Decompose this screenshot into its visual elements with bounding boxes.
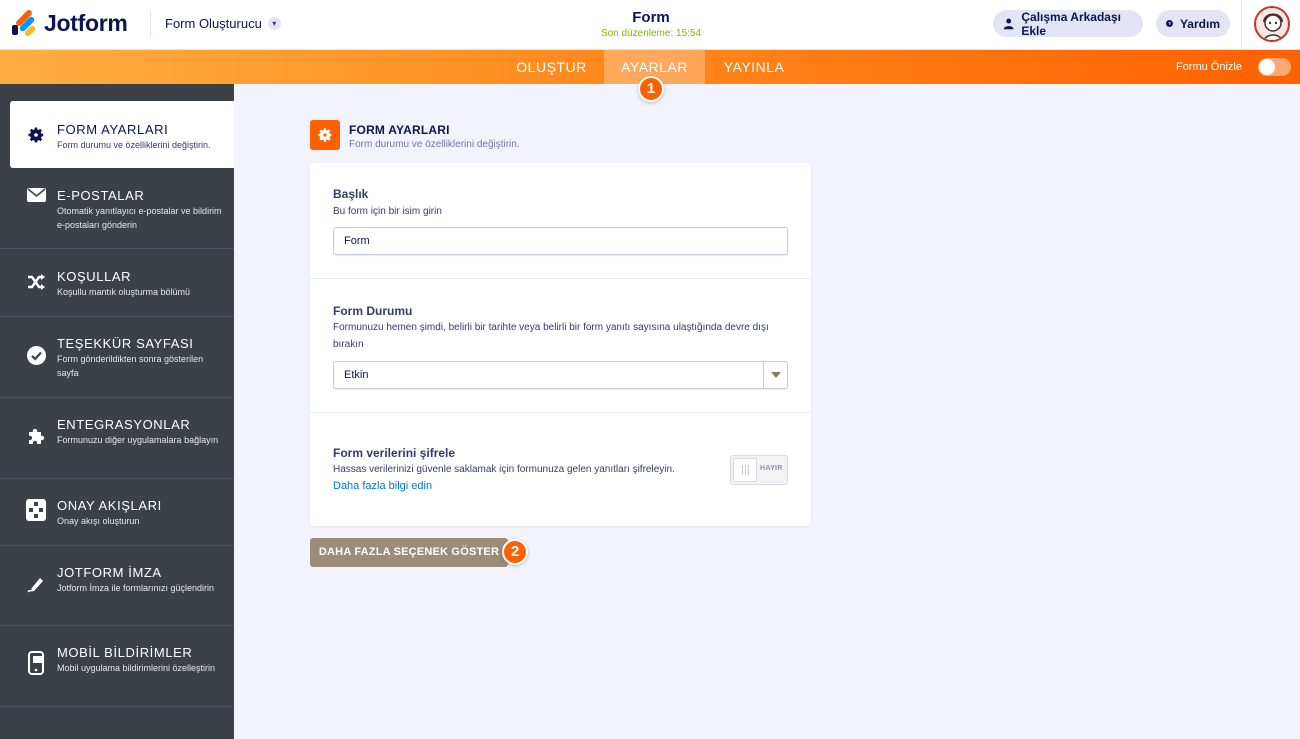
sidebar-item-desc: Form durumu ve özelliklerini değiştirin.: [57, 140, 211, 150]
sidebar-item-title: FORM AYARLARI: [57, 122, 169, 137]
toggle-state-label: HAYIR: [760, 465, 783, 472]
encrypt-label: Form verilerini şifrele: [333, 446, 456, 460]
pen-icon: [26, 574, 46, 594]
section-title: FORM AYARLARI: [349, 123, 450, 137]
builder-label: Form Oluşturucu: [165, 16, 262, 31]
sidebar-item-title: ONAY AKIŞLARI: [57, 498, 162, 513]
step-marker-2: 2: [502, 539, 528, 565]
sidebar-item-title: KOŞULLAR: [57, 269, 132, 284]
encrypt-toggle[interactable]: HAYIR: [730, 455, 788, 485]
form-title[interactable]: Form: [550, 9, 752, 26]
sidebar-item-emails[interactable]: E-POSTALAR Otomatik yanıtlayıcı e-postal…: [0, 168, 234, 249]
divider: [1241, 0, 1242, 50]
encrypt-hint: Hassas verilerinizi güvenle saklamak içi…: [333, 464, 675, 475]
sidebar-item-desc: Formunuzu diğer uygulamalara bağlayın: [57, 435, 219, 445]
section-description: Form durumu ve özelliklerini değiştirin.: [349, 139, 520, 150]
title-hint: Bu form için bir isim girin: [333, 206, 442, 217]
envelope-icon: [26, 185, 46, 205]
title-label: Başlık: [333, 187, 369, 201]
sidebar-item-desc: Mobil uygulama bildirimlerini özelleştir…: [57, 663, 216, 673]
check-circle-icon: [26, 345, 46, 365]
svg-text:?: ?: [1168, 21, 1171, 27]
sidebar-item-desc: Onay akışı oluşturun: [57, 516, 140, 526]
sidebar-item-jotform-sign[interactable]: JOTFORM İMZA Jotform İmza ile formlarını…: [0, 546, 234, 626]
chevron-down-icon: [763, 362, 787, 388]
gear-icon: [310, 120, 340, 150]
puzzle-icon: [26, 426, 46, 446]
sidebar-item-desc: Jotform İmza ile formlarınızı güçlendiri…: [57, 583, 215, 593]
settings-card: Başlık Bu form için bir isim girin Form …: [310, 163, 811, 526]
sidebar-item-approval-flows[interactable]: ONAY AKIŞLARI Onay akışı oluşturun: [0, 479, 234, 546]
form-title-input[interactable]: Form: [333, 227, 788, 255]
help-button[interactable]: ? Yardım: [1156, 10, 1230, 37]
toggle-knob: [733, 458, 757, 482]
user-icon: [1003, 18, 1014, 30]
sidebar-item-conditions[interactable]: KOŞULLAR Koşullu mantık oluşturma bölümü: [0, 249, 234, 317]
jotform-logo[interactable]: Jotform: [12, 8, 128, 37]
learn-more-link[interactable]: Daha fazla bilgi edin: [333, 480, 432, 492]
gear-icon: [26, 125, 46, 145]
divider: [150, 11, 151, 37]
builder-dropdown[interactable]: Form Oluşturucu ▾: [165, 16, 281, 31]
sidebar-item-desc: Form gönderildikten sonra gösterilen say…: [57, 354, 204, 378]
flow-icon: [26, 499, 46, 521]
tab-publish[interactable]: YAYINLA: [705, 50, 803, 84]
tab-create[interactable]: OLUŞTUR: [501, 50, 602, 84]
avatar[interactable]: [1254, 6, 1290, 42]
mobile-icon: [26, 651, 46, 675]
sidebar-item-title: E-POSTALAR: [57, 188, 145, 203]
chevron-down-icon: ▾: [267, 17, 281, 30]
sidebar-item-title: MOBİL BİLDİRİMLER: [57, 645, 193, 660]
status-label: Form Durumu: [333, 304, 413, 318]
show-more-options-button[interactable]: DAHA FAZLA SEÇENEK GÖSTER: [310, 538, 508, 567]
sidebar-item-title: ENTEGRASYONLAR: [57, 417, 191, 432]
jotform-logo-icon: [12, 8, 37, 37]
settings-sidebar: FORM AYARLARI Form durumu ve özellikleri…: [0, 84, 234, 739]
sidebar-item-mobile-notifications[interactable]: MOBİL BİLDİRİMLER Mobil uygulama bildiri…: [0, 626, 234, 707]
avatar-illustration: [1262, 13, 1284, 40]
sidebar-item-form-settings[interactable]: FORM AYARLARI Form durumu ve özellikleri…: [10, 101, 234, 168]
sidebar-item-integrations[interactable]: ENTEGRASYONLAR Formunuzu diğer uygulamal…: [0, 398, 234, 479]
status-hint: Formunuzu hemen şimdi, belirli bir tarih…: [333, 322, 769, 350]
sidebar-item-desc: Koşullu mantık oluşturma bölümü: [57, 287, 191, 297]
form-status-value: Etkin: [344, 369, 369, 381]
invite-label: Çalışma Arkadaşı Ekle: [1021, 9, 1121, 38]
last-edit-status: Son düzenleme: 15:54: [600, 28, 702, 39]
sidebar-item-thank-you-page[interactable]: TEŞEKKÜR SAYFASI Form gönderildikten son…: [0, 317, 234, 398]
shuffle-icon: [26, 272, 46, 292]
preview-label: Formu Önizle: [1175, 61, 1242, 73]
step-marker-1: 1: [638, 76, 664, 102]
help-label: Yardım: [1179, 16, 1220, 31]
top-bar: Jotform Form Oluşturucu ▾ Form Son düzen…: [0, 0, 1300, 50]
sidebar-item-title: JOTFORM İMZA: [57, 565, 162, 580]
invite-collaborator-button[interactable]: Çalışma Arkadaşı Ekle: [993, 9, 1143, 38]
sidebar-item-title: TEŞEKKÜR SAYFASI: [57, 336, 194, 351]
title-setting: Başlık Bu form için bir isim girin Form: [310, 163, 811, 279]
logo-text: Jotform: [44, 10, 128, 36]
question-icon: ?: [1166, 20, 1173, 27]
form-status-select[interactable]: Etkin: [333, 361, 788, 389]
sidebar-item-desc: Otomatik yanıtlayıcı e-postalar ve bildi…: [57, 206, 222, 230]
status-setting: Form Durumu Formunuzu hemen şimdi, belir…: [310, 279, 811, 413]
preview-toggle[interactable]: [1258, 58, 1291, 76]
